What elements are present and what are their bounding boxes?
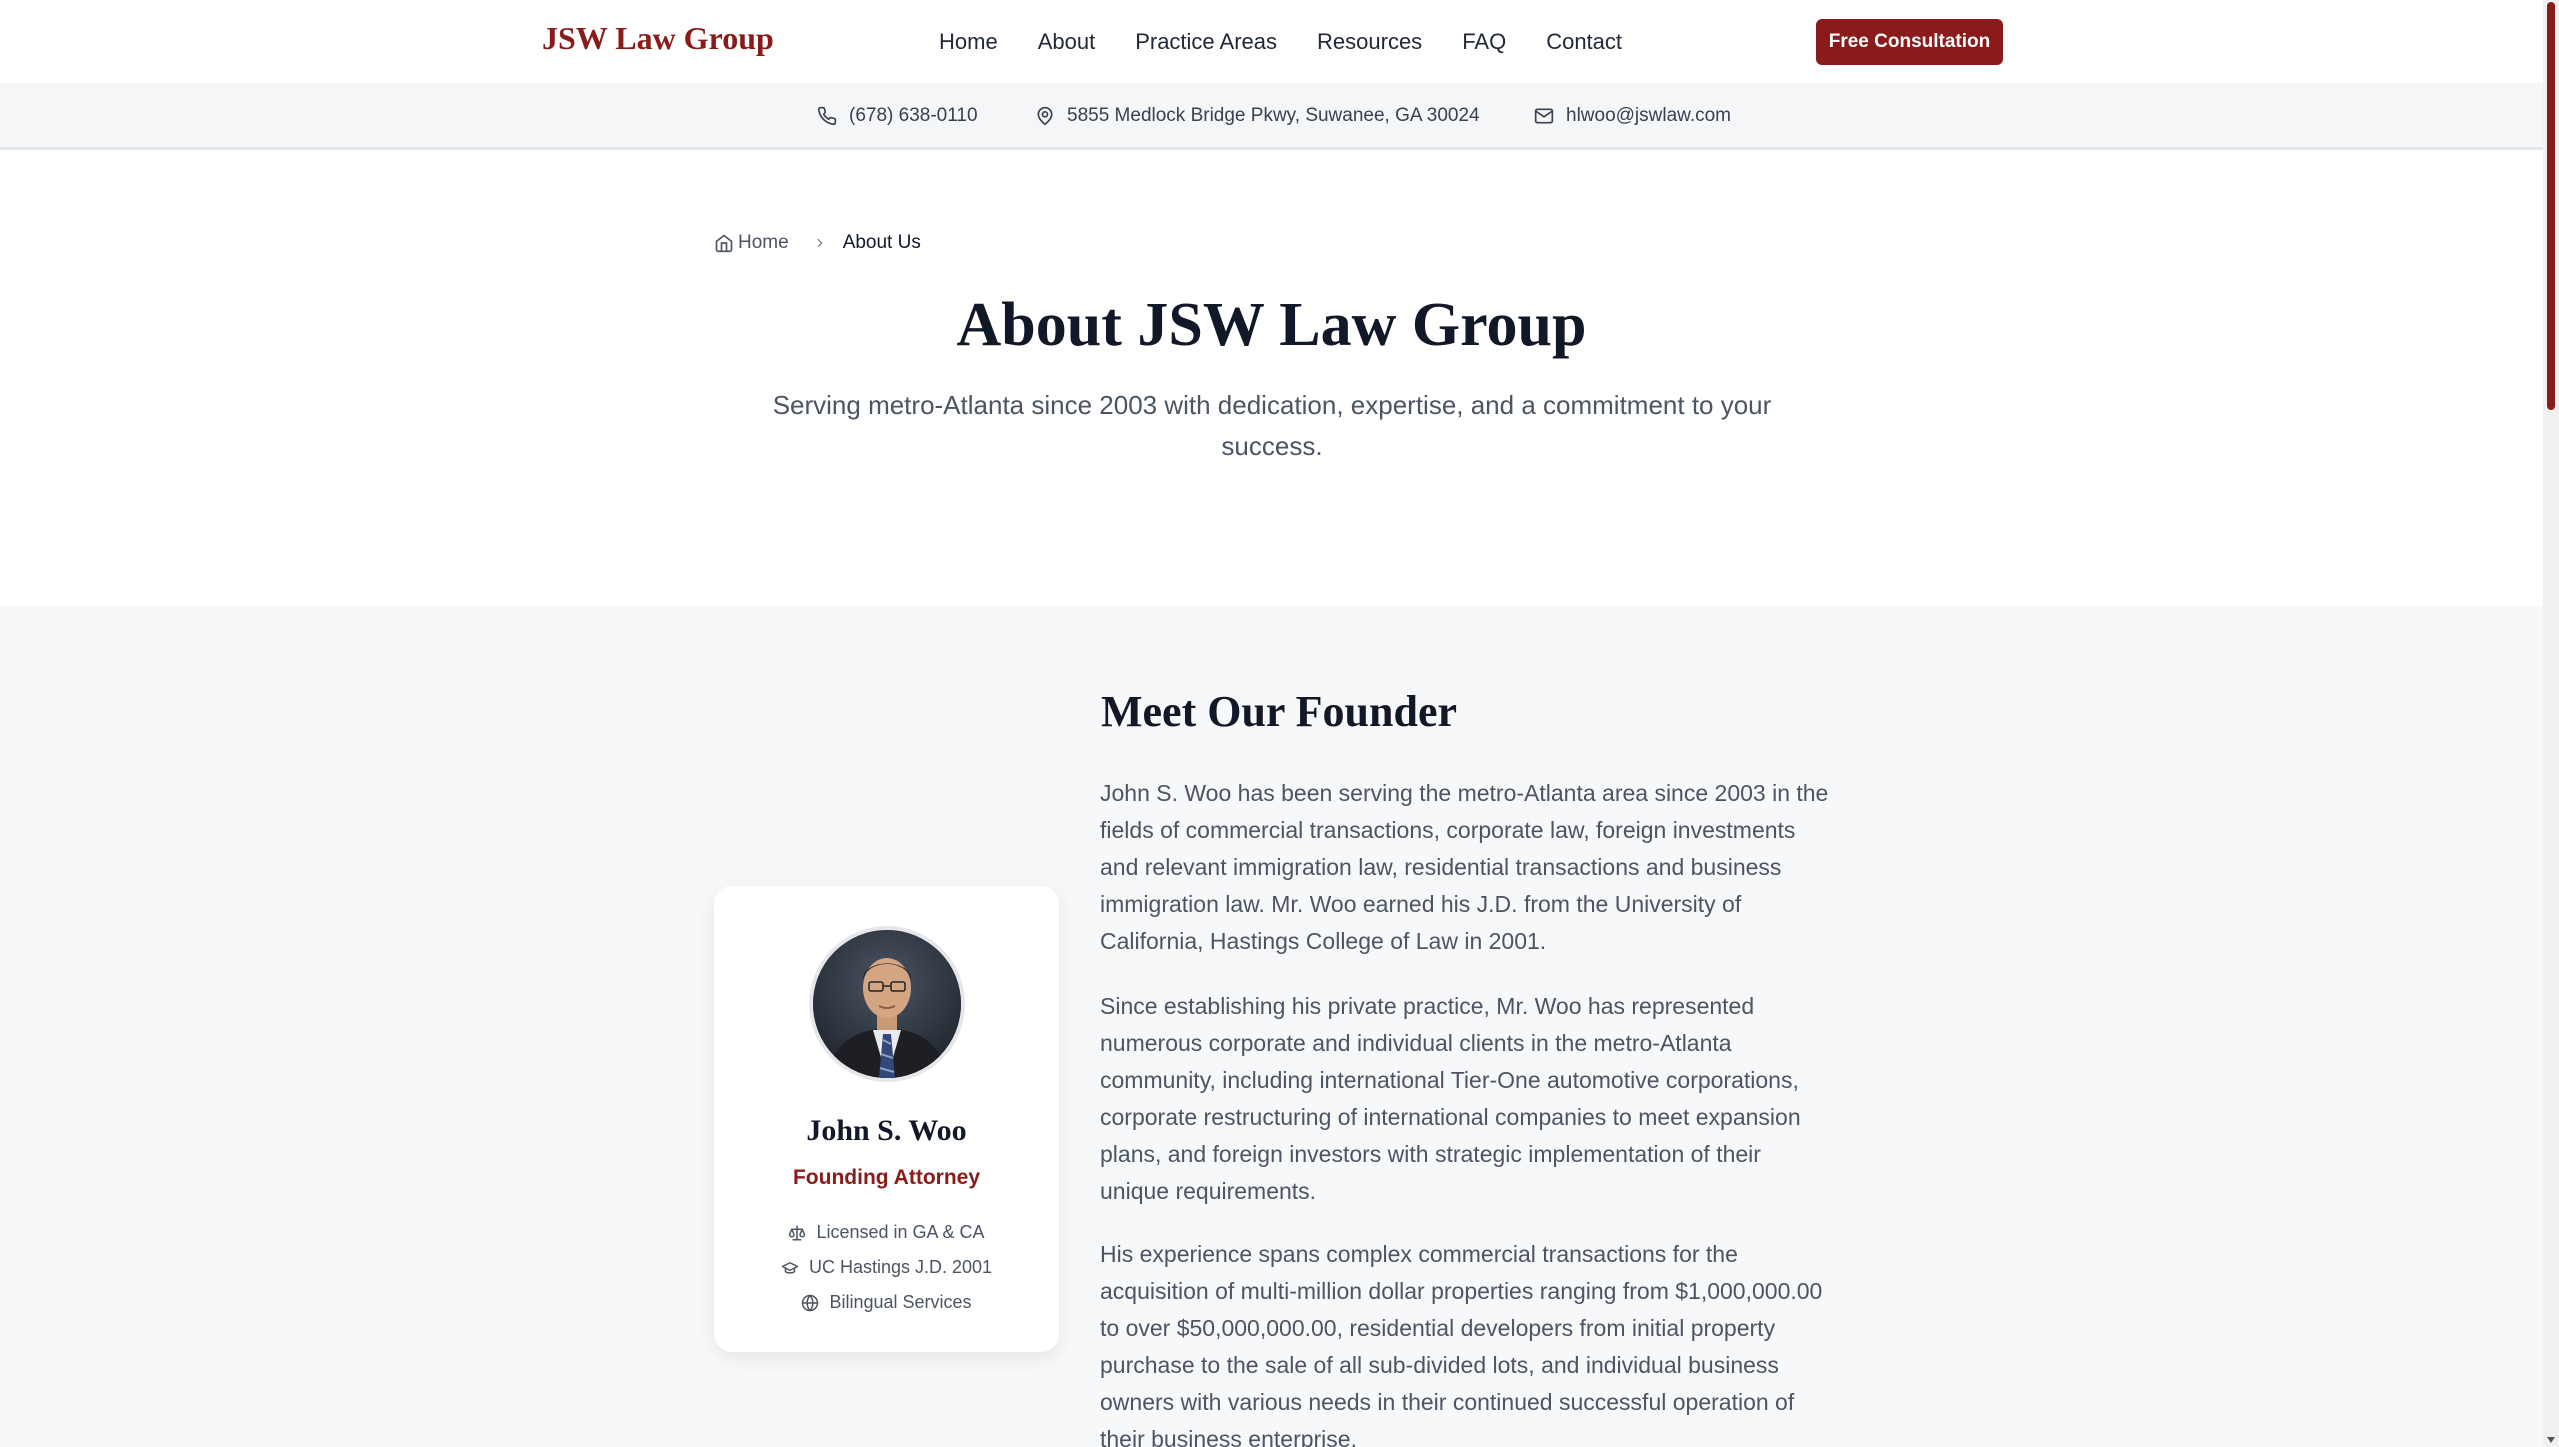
breadcrumb-current: About Us	[842, 232, 921, 253]
founder-card: John S. Woo Founding Attorney Licensed i…	[714, 886, 1059, 1352]
free-consultation-button[interactable]: Free Consultation	[1816, 19, 2003, 65]
scrollbar-thumb[interactable]	[2547, 2, 2555, 410]
credential-label: Bilingual Services	[829, 1292, 972, 1312]
credential-item: UC Hastings J.D. 2001	[714, 1257, 1059, 1278]
founder-paragraph: His experience spans complex commercial …	[1100, 1241, 1823, 1447]
address-info[interactable]: 5855 Medlock Bridge Pkwy, Suwanee, GA 30…	[1035, 105, 1480, 127]
founder-section-title: Meet Our Founder	[1101, 687, 1458, 736]
contact-info-bar: (678) 638-0110 5855 Medlock Bridge Pkwy,…	[0, 83, 2543, 150]
nav-home[interactable]: Home	[939, 28, 998, 56]
nav-about[interactable]: About	[1038, 28, 1096, 56]
credential-label: UC Hastings J.D. 2001	[808, 1257, 993, 1277]
page-subtitle: Serving metro-Atlanta since 2003 with de…	[772, 390, 1772, 461]
credential-label: Licensed in GA & CA	[816, 1222, 985, 1242]
nav-faq[interactable]: FAQ	[1462, 28, 1506, 56]
page-title: About JSW Law Group	[956, 291, 1587, 359]
founder-paragraph: John S. Woo has been serving the metro-A…	[1100, 780, 1829, 954]
nav-contact[interactable]: Contact	[1546, 28, 1622, 56]
address-text: 5855 Medlock Bridge Pkwy, Suwanee, GA 30…	[1067, 105, 1480, 126]
site-header: JSW Law Group Home About Practice Areas …	[0, 0, 2543, 83]
founder-avatar	[809, 926, 965, 1082]
founder-name: John S. Woo	[806, 1114, 967, 1147]
founder-portrait	[813, 930, 961, 1078]
phone-number: (678) 638-0110	[849, 105, 978, 126]
main-nav: Home About Practice Areas Resources FAQ …	[939, 28, 1622, 56]
email-info[interactable]: hlwoo@jswlaw.com	[1534, 105, 1731, 127]
chevron-right-icon	[817, 238, 823, 248]
nav-resources[interactable]: Resources	[1317, 28, 1422, 56]
breadcrumb-home[interactable]: Home	[738, 232, 789, 254]
phone-icon	[817, 106, 837, 126]
map-pin-icon	[1037, 106, 1053, 126]
credential-item: Bilingual Services	[714, 1292, 1059, 1313]
mail-icon	[1534, 108, 1554, 124]
founder-role: Founding Attorney	[792, 1166, 981, 1189]
page-scrollbar[interactable]	[2543, 0, 2559, 1447]
credential-item: Licensed in GA & CA	[714, 1222, 1059, 1243]
scroll-down-arrow-icon[interactable]	[2547, 1437, 2555, 1443]
founder-section: John S. Woo Founding Attorney Licensed i…	[0, 606, 2543, 1447]
globe-icon	[802, 1294, 819, 1311]
email-address: hlwoo@jswlaw.com	[1566, 105, 1732, 126]
breadcrumb: Home About Us	[714, 232, 921, 254]
founder-paragraph: Since establishing his private practice,…	[1100, 993, 1801, 1204]
home-icon	[715, 234, 733, 253]
page-viewport: JSW Law Group Home About Practice Areas …	[0, 0, 2543, 1447]
nav-practice-areas[interactable]: Practice Areas	[1135, 28, 1277, 56]
scale-icon	[789, 1225, 806, 1240]
graduation-cap-icon	[781, 1261, 799, 1274]
site-logo[interactable]: JSW Law Group	[542, 20, 774, 57]
phone-info[interactable]: (678) 638-0110	[817, 105, 978, 127]
